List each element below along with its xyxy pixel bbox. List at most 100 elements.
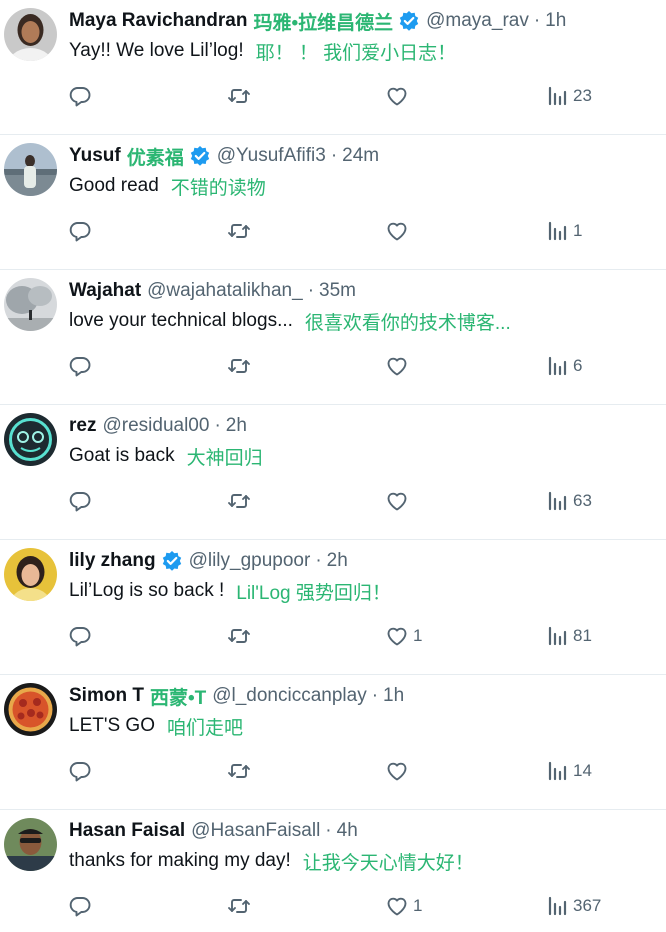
separator-dot: · [533,10,541,31]
display-name[interactable]: Maya Ravichandran [69,10,247,32]
timestamp[interactable]: 1h [383,685,404,707]
tweet-text-translation: Lil'Log 强势回归！ [236,582,391,604]
avatar[interactable] [4,8,57,61]
reply-button[interactable] [68,893,92,919]
view-count: 6 [573,356,583,375]
reply-tweet[interactable]: Hasan Faisal @HasanFaisall · 4h thanks f… [0,810,666,932]
user-handle[interactable]: @wajahatalikhan_ [147,280,303,302]
tweet-text: thanks for making my day! [69,850,291,871]
display-name[interactable]: lily zhang [69,550,156,572]
retweet-button[interactable] [227,758,251,784]
views-button[interactable]: 14 [545,758,592,784]
retweet-button[interactable] [227,218,251,244]
avatar[interactable] [4,278,57,331]
separator-dot: · [325,820,332,841]
reply-tweet[interactable]: Simon T 西蒙•T @l_donciccanplay · 1h LET'S… [0,675,666,810]
user-handle[interactable]: @maya_rav [426,10,529,32]
views-button[interactable]: 81 [545,623,592,649]
reply-tweet[interactable]: rez @residual00 · 2h Goat is back 大神回归 6… [0,405,666,540]
avatar[interactable] [4,683,57,736]
reply-tweet[interactable]: Yusuf 优素福 @YusufAfifi3 · 24m Good read 不… [0,135,666,270]
separator-dot: · [371,685,379,706]
reply-icon [68,489,92,513]
like-count: 1 [413,896,423,915]
like-button[interactable] [385,488,413,514]
heart-icon [385,354,409,378]
views-icon [545,354,569,378]
tweet-text: love your technical blogs... [69,310,293,331]
views-button[interactable]: 367 [545,893,601,919]
reply-tweet[interactable]: lily zhang @lily_gpupoor · 2h Lil’Log is… [0,540,666,675]
like-count: 1 [413,626,423,645]
view-count: 367 [573,896,602,915]
reply-button[interactable] [68,218,92,244]
timestamp[interactable]: 4h [337,820,358,842]
user-handle[interactable]: @l_donciccanplay [212,685,367,707]
tweet-text: LET'S GO [69,715,155,736]
timestamp[interactable]: 1h [545,10,566,32]
user-handle[interactable]: @residual00 [102,415,209,437]
reply-button[interactable] [68,623,92,649]
separator-dot: · [330,145,338,166]
retweet-icon [227,219,251,243]
retweet-button[interactable] [227,353,251,379]
display-name[interactable]: Simon T [69,685,144,707]
like-button[interactable] [385,218,413,244]
retweet-button[interactable] [227,83,251,109]
avatar[interactable] [4,143,57,196]
timestamp[interactable]: 2h [327,550,348,572]
retweet-button[interactable] [227,623,251,649]
like-button[interactable]: 1 [385,623,422,649]
reply-icon [68,759,92,783]
verified-badge-icon [161,550,183,572]
reply-button[interactable] [68,353,92,379]
view-count: 81 [573,626,592,645]
user-handle[interactable]: @lily_gpupoor [189,550,311,572]
retweet-icon [227,489,251,513]
reply-tweet[interactable]: Wajahat @wajahatalikhan_ · 35m love your… [0,270,666,405]
views-icon [545,489,569,513]
like-button[interactable] [385,353,413,379]
display-name-translation: 西蒙•T [149,687,207,709]
avatar[interactable] [4,548,57,601]
like-button[interactable] [385,758,413,784]
timestamp[interactable]: 24m [342,145,379,167]
views-button[interactable]: 23 [545,83,592,109]
views-icon [545,894,569,918]
user-handle[interactable]: @HasanFaisall [191,820,320,842]
tweet-text-translation: 大神回归 [186,447,263,469]
reply-button[interactable] [68,83,92,109]
avatar[interactable] [4,413,57,466]
tweet-text: Yay!! We love Lil’log! [69,40,244,61]
heart-icon [385,894,409,918]
display-name[interactable]: Yusuf [69,145,121,167]
like-button[interactable] [385,83,413,109]
avatar[interactable] [4,818,57,871]
display-name-translation: 玛雅•拉维昌德兰 [253,12,394,34]
reply-button[interactable] [68,488,92,514]
tweet-text-translation: 让我今天心情大好！ [302,852,474,874]
reply-icon [68,219,92,243]
views-button[interactable]: 63 [545,488,592,514]
retweet-button[interactable] [227,893,251,919]
user-handle[interactable]: @YusufAfifi3 [217,145,326,167]
retweet-button[interactable] [227,488,251,514]
reply-icon [68,84,92,108]
view-count: 23 [573,86,592,105]
retweet-icon [227,354,251,378]
timestamp[interactable]: 2h [226,415,247,437]
views-button[interactable]: 1 [545,218,582,244]
reply-tweet[interactable]: Maya Ravichandran 玛雅•拉维昌德兰 @maya_rav · 1… [0,0,666,135]
display-name[interactable]: Hasan Faisal [69,820,185,842]
reply-icon [68,894,92,918]
retweet-icon [227,759,251,783]
display-name[interactable]: Wajahat [69,280,141,302]
views-button[interactable]: 6 [545,353,582,379]
reply-button[interactable] [68,758,92,784]
tweet-text: Good read [69,175,159,196]
like-button[interactable]: 1 [385,893,422,919]
display-name[interactable]: rez [69,415,96,437]
timestamp[interactable]: 35m [319,280,356,302]
retweet-icon [227,624,251,648]
heart-icon [385,489,409,513]
